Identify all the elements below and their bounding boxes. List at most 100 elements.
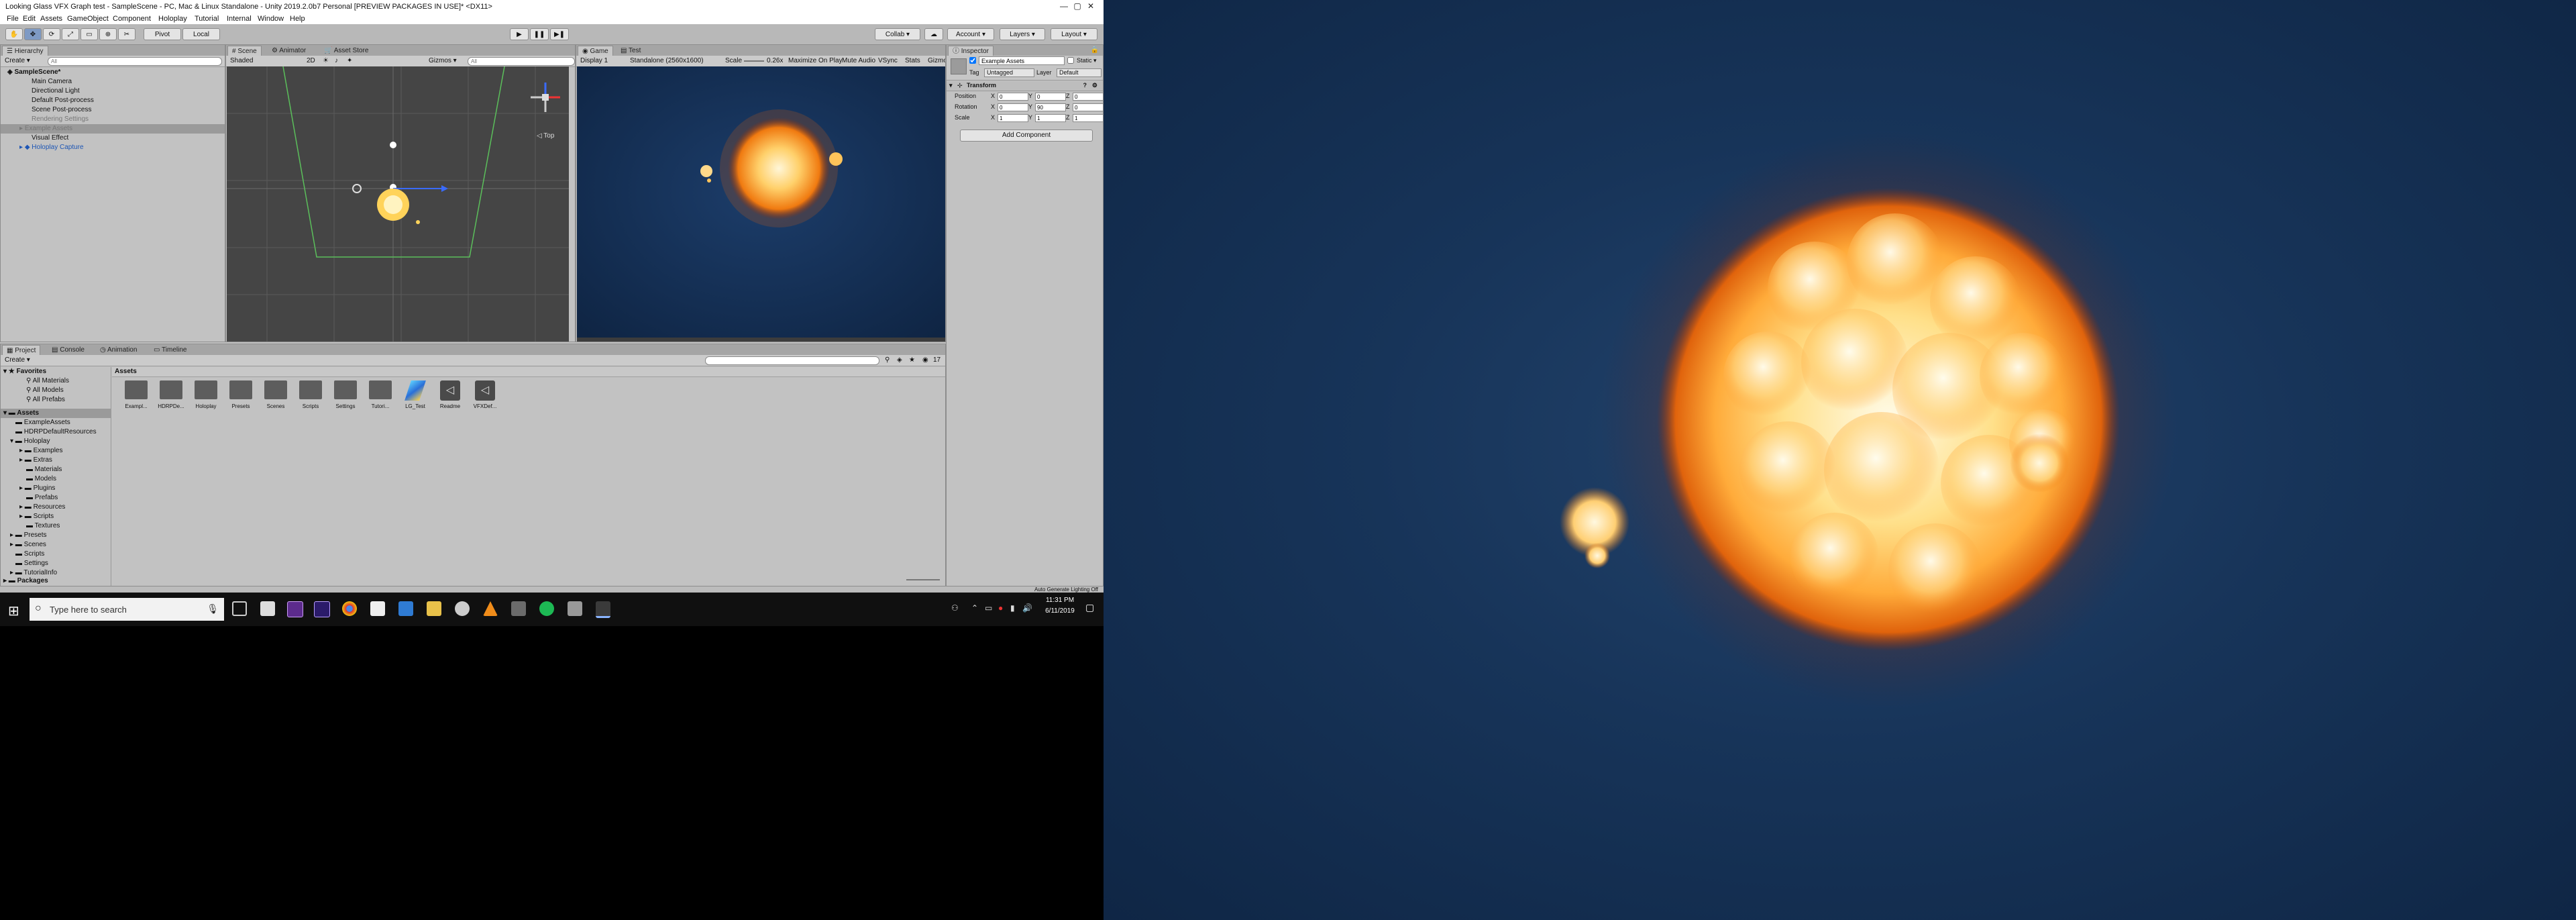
hierarchy-item-example-assets[interactable]: ▸ Example Assets [1, 124, 225, 134]
mute-audio-toggle[interactable]: Mute Audio [842, 57, 875, 64]
tab-hierarchy[interactable]: ☰ Hierarchy [2, 46, 48, 56]
resolution-dropdown[interactable]: Standalone (2560x1600) [630, 57, 704, 64]
tab-inspector[interactable]: ⓘ Inspector [948, 46, 994, 56]
after-effects-icon[interactable] [314, 601, 330, 617]
asset-tile[interactable]: Tutori... [364, 380, 396, 415]
tree-plugins[interactable]: ▸ ▬ Plugins [1, 484, 111, 493]
scale-x-field[interactable] [998, 114, 1028, 122]
asset-tile[interactable]: Exampl... [120, 380, 152, 415]
transform-tool-button[interactable]: ⊕ [99, 28, 117, 40]
file-explorer-icon[interactable] [427, 601, 441, 616]
tree-hdrpdefaultresources[interactable]: ▬ HDRPDefaultResources [1, 427, 111, 437]
vlc-icon[interactable] [483, 601, 498, 616]
asset-tile[interactable]: LG_Test [399, 380, 431, 415]
axis-z-label[interactable]: Z [1066, 103, 1070, 110]
move-tool-button[interactable]: ✥ [24, 28, 42, 40]
create-dropdown[interactable]: Create ▾ [5, 57, 30, 64]
rotate-tool-button[interactable]: ⟳ [43, 28, 60, 40]
hierarchy-item-directional-light[interactable]: Directional Light [1, 87, 225, 96]
scale-z-field[interactable] [1073, 114, 1103, 122]
gizmos-toggle[interactable]: Gizmos [928, 57, 945, 64]
tab-timeline[interactable]: ▭ Timeline [150, 345, 191, 355]
notification-icon[interactable]: ▢ [1085, 602, 1094, 613]
static-checkbox[interactable] [1067, 57, 1074, 64]
custom-tool-button[interactable]: ✂ [118, 28, 136, 40]
add-component-button[interactable]: Add Component [960, 130, 1093, 142]
hierarchy-item-rendering-settings[interactable]: Rendering Settings [1, 115, 225, 124]
tree-resources[interactable]: ▸ ▬ Resources [1, 503, 111, 512]
orientation-label[interactable]: ◁ Top [537, 132, 554, 140]
taskbar-search-box[interactable]: ○ Type here to search 🎙 [30, 598, 224, 621]
axis-x-label[interactable]: X [991, 93, 995, 99]
axis-y-label[interactable]: Y [1028, 114, 1032, 121]
project-create-dropdown[interactable]: Create ▾ [5, 356, 30, 364]
mail-icon[interactable] [260, 601, 275, 616]
tab-animation[interactable]: ◷ Animation [96, 345, 141, 355]
scene-viewport[interactable]: ◁ Top [227, 66, 569, 342]
transform-header[interactable]: ▾ ⊹ Transform ? ⚙ [947, 81, 1103, 91]
microphone-icon[interactable]: 🎙 [207, 603, 219, 615]
rect-tool-button[interactable]: ▭ [80, 28, 98, 40]
rotation-x-field[interactable] [998, 103, 1028, 111]
axis-y-label[interactable]: Y [1028, 103, 1032, 110]
tree-models[interactable]: ▬ Models [1, 474, 111, 484]
lock-icon[interactable]: 🔒 [1091, 46, 1099, 54]
clock-time[interactable]: 11:31 PM [1040, 597, 1080, 604]
breadcrumb-label[interactable]: Assets [115, 368, 137, 375]
stats-toggle[interactable]: Stats [905, 57, 920, 64]
vsync-toggle[interactable]: VSync [878, 57, 898, 64]
asset-tile[interactable]: HDRPDe... [155, 380, 187, 415]
axis-x-label[interactable]: X [991, 103, 995, 110]
position-y-field[interactable] [1035, 93, 1066, 101]
menu-help[interactable]: Help [290, 15, 305, 23]
active-checkbox[interactable] [969, 57, 976, 64]
chrome-icon[interactable] [342, 601, 357, 616]
pause-button[interactable]: ❚❚ [530, 28, 549, 40]
account-dropdown[interactable]: Account ▾ [947, 28, 994, 40]
axis-z-label[interactable]: Z [1066, 93, 1070, 99]
menu-component[interactable]: Component [113, 15, 151, 23]
icon-size-slider[interactable] [906, 579, 940, 580]
hierarchy-search-input[interactable] [48, 57, 222, 66]
menu-gameobject[interactable]: GameObject [67, 15, 109, 23]
visual-studio-icon[interactable] [398, 601, 413, 616]
tab-console[interactable]: ▤ Console [48, 345, 89, 355]
layer-dropdown[interactable]: Default [1057, 68, 1102, 77]
settings-gear-icon[interactable]: ⚙ [1092, 82, 1097, 89]
display-dropdown[interactable]: Display 1 [580, 57, 608, 64]
scene-root[interactable]: ◈ SampleScene* [1, 68, 225, 77]
network-icon[interactable]: ▭ [985, 603, 992, 613]
object-name-field[interactable] [979, 56, 1065, 65]
unity-editor-taskbar-icon[interactable] [596, 601, 610, 618]
tree-extras[interactable]: ▸ ▬ Extras [1, 456, 111, 465]
premiere-icon[interactable] [287, 601, 303, 617]
tree-settings[interactable]: ▬ Settings [1, 559, 111, 568]
asset-tile[interactable]: Presets [225, 380, 257, 415]
filter-type-icon[interactable]: ⚲ [885, 356, 890, 364]
scale-y-field[interactable] [1035, 114, 1066, 122]
steam-icon[interactable] [568, 601, 582, 616]
eye-icon[interactable]: ◉ [922, 356, 928, 364]
tree-scenes[interactable]: ▸ ▬ Scenes [1, 540, 111, 550]
move-handle-z-arrow[interactable] [441, 185, 448, 192]
volume-icon[interactable]: 🔊 [1022, 603, 1032, 613]
project-search-input[interactable] [705, 356, 879, 365]
collab-dropdown[interactable]: Collab ▾ [875, 28, 920, 40]
favorites-header[interactable]: ▾ ★ Favorites [1, 367, 111, 376]
app-icon[interactable] [511, 601, 526, 616]
pivot-toggle[interactable]: Pivot [144, 28, 181, 40]
hierarchy-item-visual-effect[interactable]: Visual Effect [1, 134, 225, 143]
hierarchy-item-scene-post-process[interactable]: Scene Post-process [1, 105, 225, 115]
tray-app-icon[interactable]: ● [998, 603, 1003, 613]
scene-search-input[interactable] [468, 57, 575, 66]
menu-window[interactable]: Window [258, 15, 284, 23]
expand-arrow-icon[interactable]: ▸ [19, 125, 25, 132]
help-icon[interactable]: ? [1083, 82, 1087, 89]
tab-asset-store[interactable]: 🛒 Asset Store [320, 46, 372, 56]
rotation-y-field[interactable] [1035, 103, 1066, 111]
camera-gizmo-icon[interactable] [390, 142, 396, 148]
menu-edit[interactable]: Edit [23, 15, 36, 23]
tab-animator[interactable]: ⚙ Animator [268, 46, 310, 56]
favorite-all-materials[interactable]: ⚲ All Materials [1, 376, 111, 386]
static-dropdown[interactable]: Static ▾ [1077, 57, 1097, 64]
